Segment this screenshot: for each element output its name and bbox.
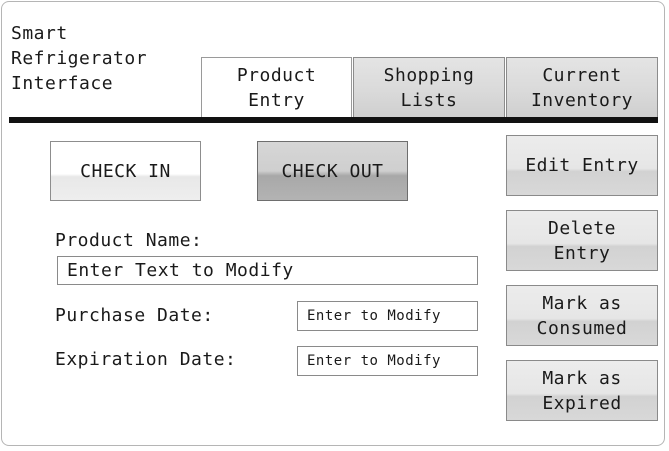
delete-entry-button[interactable]: Delete Entry (506, 210, 658, 271)
app-title: Smart Refrigerator Interface (11, 23, 148, 94)
header-divider (9, 117, 658, 123)
expiration-date-input[interactable]: Enter to Modify (297, 346, 478, 376)
tab-shopping-lists[interactable]: Shopping Lists (353, 57, 505, 117)
product-name-label: Product Name: (55, 230, 203, 251)
purchase-date-input[interactable]: Enter to Modify (297, 301, 478, 331)
check-in-button[interactable]: CHECK IN (50, 141, 201, 201)
product-name-input[interactable]: Enter Text to Modify (57, 256, 478, 285)
mark-consumed-button[interactable]: Mark as Consumed (506, 285, 658, 346)
edit-entry-button[interactable]: Edit Entry (506, 135, 658, 196)
check-out-button[interactable]: CHECK OUT (257, 141, 408, 201)
tab-product-entry[interactable]: Product Entry (201, 57, 352, 117)
mark-expired-button[interactable]: Mark as Expired (506, 360, 658, 421)
expiration-date-label: Expiration Date: (55, 349, 237, 370)
purchase-date-label: Purchase Date: (55, 305, 214, 326)
tab-current-inventory[interactable]: Current Inventory (506, 57, 658, 117)
